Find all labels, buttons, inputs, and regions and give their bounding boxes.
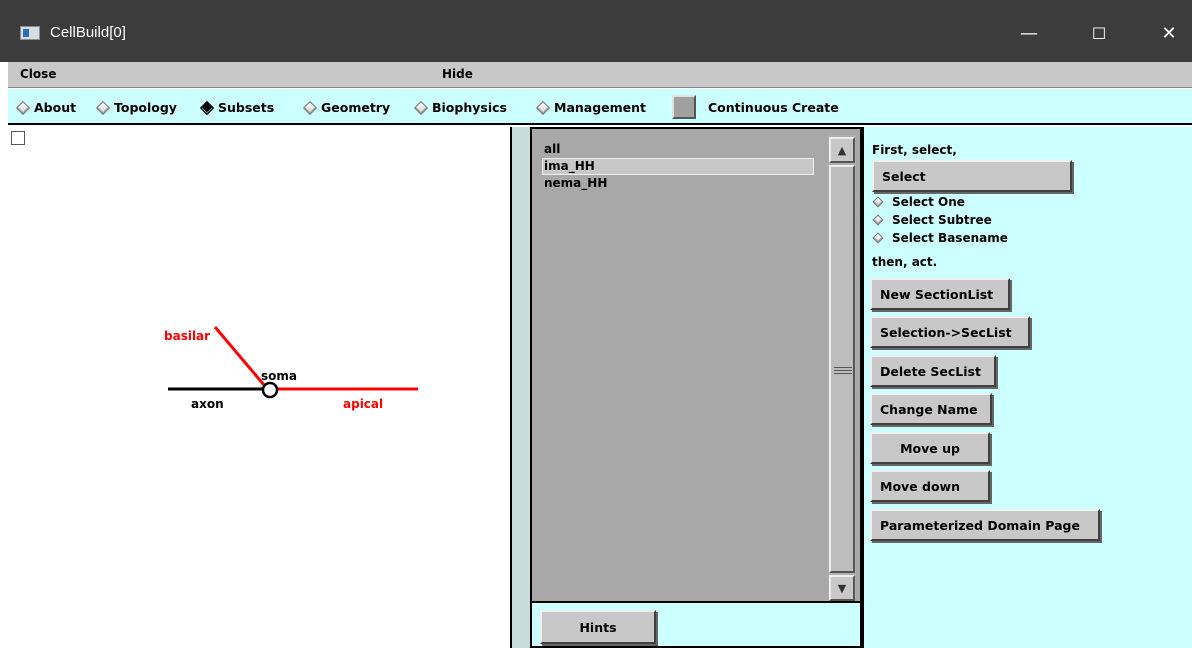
scroll-up-icon[interactable]: ▲ xyxy=(829,137,855,163)
close-window-button[interactable]: ✕ xyxy=(1146,10,1192,56)
tab-label: About xyxy=(34,100,77,115)
then-act-label: then, act. xyxy=(872,255,938,269)
delete-seclist-button[interactable]: Delete SecList xyxy=(870,355,996,387)
hints-button[interactable]: Hints xyxy=(540,610,656,644)
title-bar: CellBuild[0] — ☐ ✕ xyxy=(0,0,1192,62)
tab-topology[interactable]: Topology xyxy=(95,100,177,115)
action-pane: First, select, Select Select One Select … xyxy=(862,127,1192,648)
menu-hide[interactable]: Hide xyxy=(442,67,473,81)
radio-diamond-icon xyxy=(872,232,884,244)
select-subtree-option[interactable]: Select Subtree xyxy=(872,213,992,227)
move-down-button[interactable]: Move down xyxy=(870,470,990,502)
selection-to-seclist-button[interactable]: Selection->SecList xyxy=(870,316,1030,348)
radio-diamond-icon xyxy=(872,196,884,208)
new-sectionlist-button[interactable]: New SectionList xyxy=(870,278,1010,310)
shape-plot-pane[interactable]: basilar soma axon apical xyxy=(8,127,512,648)
select-one-option[interactable]: Select One xyxy=(872,195,965,209)
tab-subsets[interactable]: Subsets xyxy=(199,100,275,115)
select-button[interactable]: Select xyxy=(872,160,1072,192)
subset-list[interactable]: all ima_HH nema_HH ▲ ▼ xyxy=(530,127,862,603)
grip-line xyxy=(834,367,852,368)
window-title: CellBuild[0] xyxy=(50,24,126,41)
tab-management[interactable]: Management xyxy=(535,100,647,115)
menu-close[interactable]: Close xyxy=(20,67,56,81)
tab-label: Subsets xyxy=(218,100,275,115)
radio-diamond-icon xyxy=(302,100,318,115)
soma-label: soma xyxy=(261,369,297,383)
basilar-label: basilar xyxy=(164,329,210,343)
grip-line xyxy=(834,373,852,374)
scroll-down-icon[interactable]: ▼ xyxy=(829,575,855,601)
soma-node[interactable] xyxy=(261,381,279,399)
radio-diamond-icon xyxy=(15,100,31,115)
tab-label: Topology xyxy=(114,100,177,115)
radio-diamond-icon xyxy=(95,100,111,115)
tab-label: Geometry xyxy=(321,100,391,115)
maximize-button[interactable]: ☐ xyxy=(1076,10,1122,56)
radio-diamond-icon xyxy=(872,214,884,226)
tab-geometry[interactable]: Geometry xyxy=(302,100,391,115)
list-item[interactable]: all xyxy=(544,142,560,156)
tab-about[interactable]: About xyxy=(15,100,77,115)
minimize-button[interactable]: — xyxy=(1006,10,1052,56)
hints-area: Hints xyxy=(530,603,862,648)
radio-diamond-selected-icon xyxy=(199,100,215,115)
basilar-segment[interactable] xyxy=(213,326,266,386)
pane-divider xyxy=(512,127,530,648)
app-window-icon xyxy=(20,26,40,40)
tab-biophysics[interactable]: Biophysics xyxy=(413,100,507,115)
select-basename-option[interactable]: Select Basename xyxy=(872,231,1008,245)
parameterized-domain-page-button[interactable]: Parameterized Domain Page xyxy=(870,509,1100,541)
list-scrollbar[interactable]: ▲ ▼ xyxy=(828,135,856,601)
list-item[interactable]: ima_HH xyxy=(544,159,595,173)
scrollbar-thumb[interactable] xyxy=(829,165,855,573)
option-label: Select Subtree xyxy=(892,213,992,227)
page-selector-bar: About Topology Subsets Geometry Biophysi… xyxy=(8,89,1192,125)
apical-label: apical xyxy=(343,397,383,411)
cell-topology-diagram: basilar soma axon apical xyxy=(164,326,418,411)
continuous-create-label: Continuous Create xyxy=(708,100,839,115)
first-select-label: First, select, xyxy=(872,143,957,157)
radio-diamond-icon xyxy=(413,100,429,115)
move-up-button[interactable]: Move up xyxy=(870,432,990,464)
option-label: Select One xyxy=(892,195,965,209)
tab-label: Management xyxy=(554,100,647,115)
radio-diamond-icon xyxy=(535,100,551,115)
axon-label: axon xyxy=(191,397,224,411)
grip-line xyxy=(834,370,852,371)
list-item[interactable]: nema_HH xyxy=(544,176,607,190)
change-name-button[interactable]: Change Name xyxy=(870,393,992,425)
tab-label: Biophysics xyxy=(432,100,507,115)
option-label: Select Basename xyxy=(892,231,1008,245)
menu-bar: Close Hide xyxy=(8,62,1192,88)
continuous-create-toggle[interactable] xyxy=(672,95,696,119)
